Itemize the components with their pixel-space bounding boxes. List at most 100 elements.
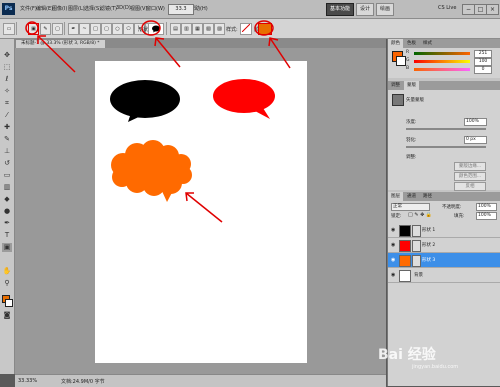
workspace-design[interactable]: 设计	[356, 3, 374, 16]
visibility-eye-icon[interactable]: ◉	[391, 272, 397, 278]
layer-shape-3[interactable]: ◉ 形状 3	[388, 253, 500, 268]
layer-shape-1[interactable]: ◉ 形状 1	[388, 223, 500, 238]
lasso-tool-icon[interactable]: ℓ	[2, 75, 12, 84]
tab-adjustments[interactable]: 调整	[388, 81, 403, 90]
eyedropper-tool-icon[interactable]: ⁄	[2, 111, 12, 120]
mask-edge-button[interactable]: 蒙版边缘...	[454, 162, 486, 171]
red-value-field[interactable]: 251	[474, 50, 492, 58]
red-speech-bubble[interactable]	[213, 79, 275, 119]
add-shape-icon[interactable]: ▥	[181, 23, 192, 35]
polygon-icon[interactable]: ⬠	[123, 23, 134, 35]
move-tool-icon[interactable]: ✥	[2, 51, 12, 60]
quick-select-tool-icon[interactable]: ✧	[2, 87, 12, 96]
subtract-shape-icon[interactable]: ▦	[192, 23, 203, 35]
density-slider[interactable]	[406, 128, 486, 130]
green-slider[interactable]	[414, 60, 470, 63]
shape-tool-icon[interactable]: ▣	[2, 243, 12, 252]
zoom-tool-icon[interactable]: ⚲	[2, 279, 12, 288]
visibility-eye-icon[interactable]: ◉	[391, 242, 397, 248]
orange-thought-bubble[interactable]	[111, 140, 192, 202]
tab-color[interactable]: 颜色	[388, 39, 403, 48]
lock-icons[interactable]: □ ✎ ✥ 🔒	[408, 212, 432, 218]
workspace-painting[interactable]: 绘画	[376, 3, 394, 16]
fill-field[interactable]: 100%	[476, 212, 497, 220]
close-icon[interactable]: ×	[486, 4, 499, 15]
rounded-rectangle-icon[interactable]: ▢	[101, 23, 112, 35]
zoom-level[interactable]: 33.3	[168, 4, 194, 15]
healing-tool-icon[interactable]: ✚	[2, 123, 12, 132]
intersect-shape-icon[interactable]: ▧	[203, 23, 214, 35]
menu-3d[interactable]: 3D(D)	[116, 5, 131, 11]
exclude-shape-icon[interactable]: ▨	[214, 23, 225, 35]
options-bar: ▭ ▣ ✎ ▢ ✒ ~ □ ▢ ○ ⬠ ╲ ✦ 形状: ▤ ▥ ▦ ▧ ▨ 样式…	[0, 19, 500, 39]
shape-picker[interactable]	[148, 23, 164, 35]
menu-layer[interactable]: 图层(L)	[68, 5, 85, 12]
feather-slider[interactable]	[406, 146, 486, 148]
blue-slider[interactable]	[414, 68, 470, 71]
status-zoom[interactable]: 33.33%	[18, 378, 37, 384]
style-picker[interactable]	[240, 23, 252, 35]
tab-paths[interactable]: 路径	[420, 192, 435, 201]
pen-tool-icon[interactable]: ✒	[2, 219, 12, 228]
pen-icon[interactable]: ✒	[68, 23, 79, 35]
blend-mode-select[interactable]: 正常	[391, 203, 430, 211]
opacity-field[interactable]: 100%	[476, 203, 497, 211]
visibility-eye-icon[interactable]: ◉	[391, 257, 397, 263]
lock-label: 锁定:	[391, 214, 402, 219]
menu-filter[interactable]: 滤镜(T)	[100, 5, 117, 12]
menu-view[interactable]: 视图(V)	[130, 5, 147, 12]
hand-tool-icon[interactable]: ✋	[2, 267, 12, 276]
background-color-swatch[interactable]	[5, 299, 13, 307]
quick-mask-icon[interactable]: ◙	[2, 311, 12, 320]
rectangle-icon[interactable]: □	[90, 23, 101, 35]
feather-field[interactable]: 0 px	[464, 136, 487, 144]
red-slider[interactable]	[414, 52, 470, 55]
tab-channels[interactable]: 通道	[404, 192, 419, 201]
tab-masks[interactable]: 蒙版	[404, 81, 419, 90]
color-bg-swatch[interactable]	[396, 56, 406, 66]
visibility-eye-icon[interactable]: ◉	[391, 227, 397, 233]
tab-layers[interactable]: 图层	[388, 192, 403, 201]
crop-tool-icon[interactable]: ⌗	[2, 99, 12, 108]
brush-tool-icon[interactable]: ✎	[2, 135, 12, 144]
stamp-tool-icon[interactable]: ⊥	[2, 147, 12, 156]
canvas-area[interactable]	[15, 48, 386, 374]
marquee-tool-icon[interactable]: ⬚	[2, 63, 12, 72]
gradient-tool-icon[interactable]: ▥	[2, 183, 12, 192]
eraser-tool-icon[interactable]: ▭	[2, 171, 12, 180]
density-field[interactable]: 100%	[464, 118, 487, 126]
document-tab[interactable]: 未标题-1 @ 33.3% (形状 3, RGB/8) *	[16, 40, 105, 48]
color-swatch[interactable]	[258, 23, 272, 35]
document-canvas[interactable]	[95, 61, 307, 363]
new-layer-icon[interactable]: ▤	[170, 23, 181, 35]
fill-pixels-mode-icon[interactable]: ▢	[52, 23, 63, 35]
color-range-button[interactable]: 颜色范围...	[454, 172, 486, 181]
cs-live-button[interactable]: CS Live	[438, 5, 456, 11]
invert-button[interactable]: 反相	[454, 182, 486, 191]
freeform-pen-icon[interactable]: ~	[79, 23, 90, 35]
tool-preset-icon[interactable]: ▭	[3, 23, 15, 35]
black-speech-bubble[interactable]	[110, 80, 180, 122]
menu-file[interactable]: 文件(F)	[20, 5, 37, 12]
fill-label: 填充:	[454, 214, 465, 219]
ellipse-icon[interactable]: ○	[112, 23, 123, 35]
menu-image[interactable]: 图像(I)	[52, 5, 67, 12]
layer-shape-2[interactable]: ◉ 形状 2	[388, 238, 500, 253]
shape-layers-mode-icon[interactable]: ▣	[28, 23, 39, 35]
paths-mode-icon[interactable]: ✎	[40, 23, 51, 35]
layer-name: 背景	[414, 273, 423, 278]
dodge-tool-icon[interactable]: ●	[2, 207, 12, 216]
tab-styles[interactable]: 样式	[420, 39, 435, 48]
layer-background[interactable]: ◉ 背景	[388, 268, 500, 283]
blue-value-field[interactable]: 0	[474, 66, 492, 74]
type-tool-icon[interactable]: T	[2, 231, 12, 240]
tab-swatches[interactable]: 色板	[404, 39, 419, 48]
menu-window[interactable]: 窗口(W)	[146, 5, 165, 12]
history-brush-icon[interactable]: ↺	[2, 159, 12, 168]
workspace-essentials[interactable]: 基本功能	[326, 3, 354, 16]
menu-select[interactable]: 选择(S)	[84, 5, 101, 12]
panels-dock: 颜色 色板 样式 R 251 G 100 B 0 调整 蒙版 矢量蒙版 浓度: …	[387, 39, 500, 386]
blur-tool-icon[interactable]: ◆	[2, 195, 12, 204]
menu-edit[interactable]: 编辑(E)	[36, 5, 53, 12]
green-value-field[interactable]: 100	[474, 58, 492, 66]
